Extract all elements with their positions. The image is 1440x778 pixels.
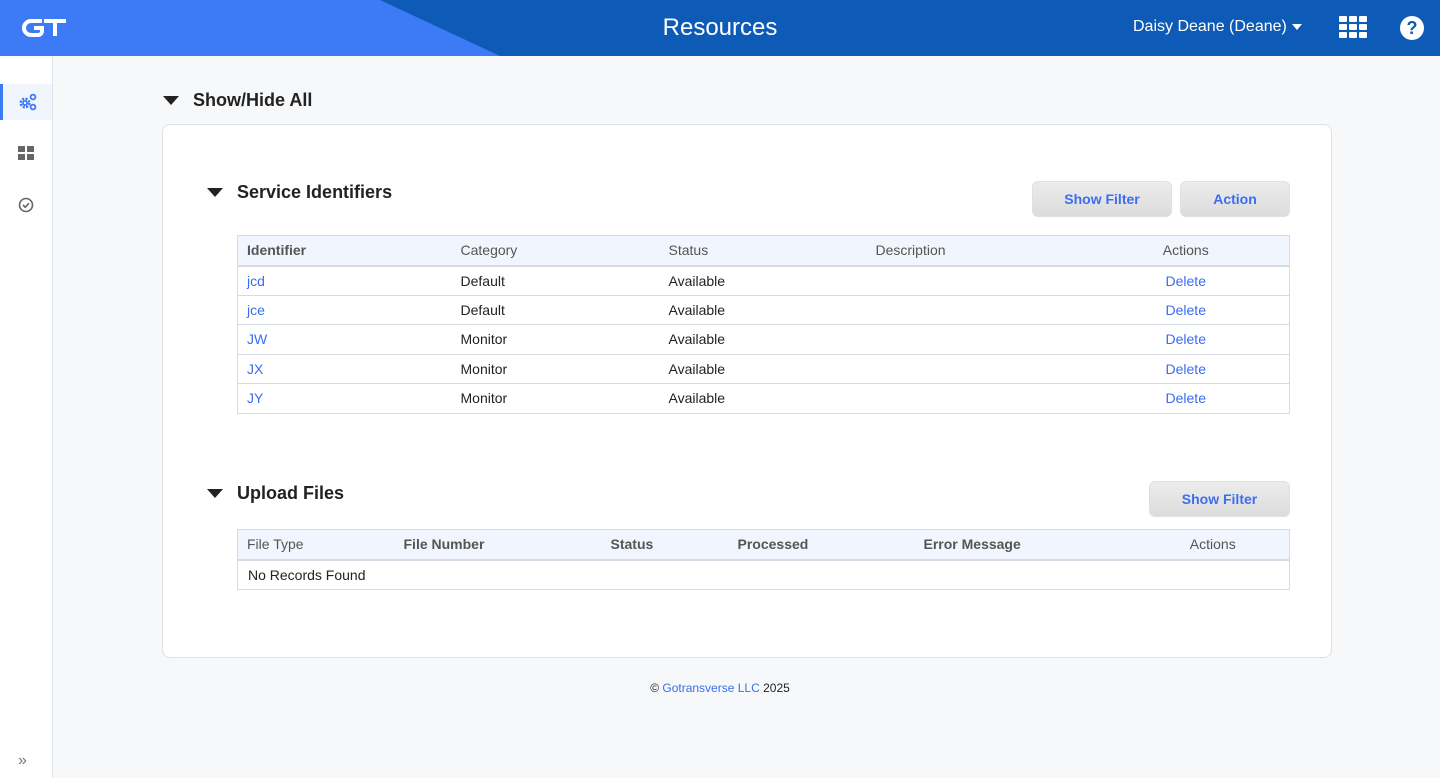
sidebar-item-tasks[interactable] [0,187,52,223]
copyright-symbol: © [650,681,660,695]
column-header[interactable]: File Number [394,529,602,561]
identifier-link[interactable]: JX [247,361,263,377]
category-cell: Monitor [451,354,660,384]
status-cell: Available [659,295,867,325]
column-header[interactable]: Description [866,235,1083,267]
status-cell: Available [659,383,867,414]
description-cell [866,295,1083,325]
identifier-link[interactable]: JW [247,331,267,347]
caret-down-icon [207,489,223,498]
double-chevron-right-icon[interactable]: » [18,752,27,770]
empty-message: No Records Found [237,559,1290,590]
delete-link[interactable]: Delete [1166,390,1206,406]
description-cell [866,383,1083,414]
category-cell: Monitor [451,324,660,355]
help-icon[interactable]: ? [1400,16,1424,40]
delete-link[interactable]: Delete [1166,361,1206,377]
description-cell [866,324,1083,355]
resources-card: Service Identifiers Show Filter Action I… [162,124,1332,658]
copyright-year: 2025 [763,681,790,695]
column-header[interactable]: File Type [237,529,395,561]
footer: © Gotransverse LLC 2025 [0,681,1440,695]
upload-files-table: File Type File Number Status Processed E… [237,529,1290,590]
company-link[interactable]: Gotransverse LLC [662,681,759,695]
category-cell: Default [451,265,660,296]
user-menu[interactable]: Daisy Deane (Deane) [1133,18,1302,36]
status-cell: Available [659,265,867,296]
column-header[interactable]: Error Message [914,529,1137,561]
category-cell: Monitor [451,383,660,414]
service-identifiers-toggle[interactable]: Service Identifiers [207,182,392,203]
top-header: Resources Daisy Deane (Deane) ? [0,0,1440,56]
column-header[interactable]: Processed [728,529,915,561]
show-hide-all-toggle[interactable]: Show/Hide All [163,90,312,111]
service-identifiers-table: Identifier Category Status Description A… [237,235,1290,414]
caret-down-icon [163,96,179,105]
show-filter-button[interactable]: Show Filter [1149,481,1290,517]
status-cell: Available [659,324,867,355]
column-header: Actions [1082,235,1290,267]
column-header[interactable]: Status [601,529,729,561]
table-header-row: File Type File Number Status Processed E… [237,529,1290,561]
description-cell [866,354,1083,384]
gears-icon [19,93,36,111]
user-name: Daisy Deane (Deane) [1133,18,1287,35]
apps-grid-icon[interactable] [1339,16,1367,38]
table-header-row: Identifier Category Status Description A… [237,235,1290,267]
delete-link[interactable]: Delete [1166,302,1206,318]
table-row: JX Monitor Available Delete [237,354,1290,384]
identifier-link[interactable]: JY [247,390,263,406]
caret-down-icon [207,188,223,197]
action-button[interactable]: Action [1180,181,1290,217]
table-row: JY Monitor Available Delete [237,383,1290,414]
delete-link[interactable]: Delete [1166,273,1206,289]
sidebar-item-resources[interactable] [0,84,52,120]
sidebar-item-dashboard[interactable] [0,135,52,171]
identifier-link[interactable]: jcd [247,273,265,289]
show-filter-button[interactable]: Show Filter [1032,181,1172,217]
column-header[interactable]: Status [659,235,867,267]
grid-icon [18,146,34,160]
section-title: Upload Files [237,483,345,503]
caret-down-icon [1291,24,1302,30]
table-row: jce Default Available Delete [237,295,1290,325]
identifier-link[interactable]: jce [247,302,265,318]
category-cell: Default [451,295,660,325]
table-row: JW Monitor Available Delete [237,324,1290,355]
upload-files-toggle[interactable]: Upload Files [207,483,344,504]
table-row: jcd Default Available Delete [237,265,1290,296]
check-circle-icon [18,197,34,213]
section-title: Service Identifiers [237,182,393,202]
sidebar: » [0,56,53,778]
column-header[interactable]: Identifier [237,235,452,267]
show-hide-all-label: Show/Hide All [193,90,313,110]
column-header: Actions [1136,529,1290,561]
table-row: No Records Found [237,559,1290,590]
description-cell [866,265,1083,296]
delete-link[interactable]: Delete [1166,331,1206,347]
status-cell: Available [659,354,867,384]
column-header[interactable]: Category [451,235,660,267]
